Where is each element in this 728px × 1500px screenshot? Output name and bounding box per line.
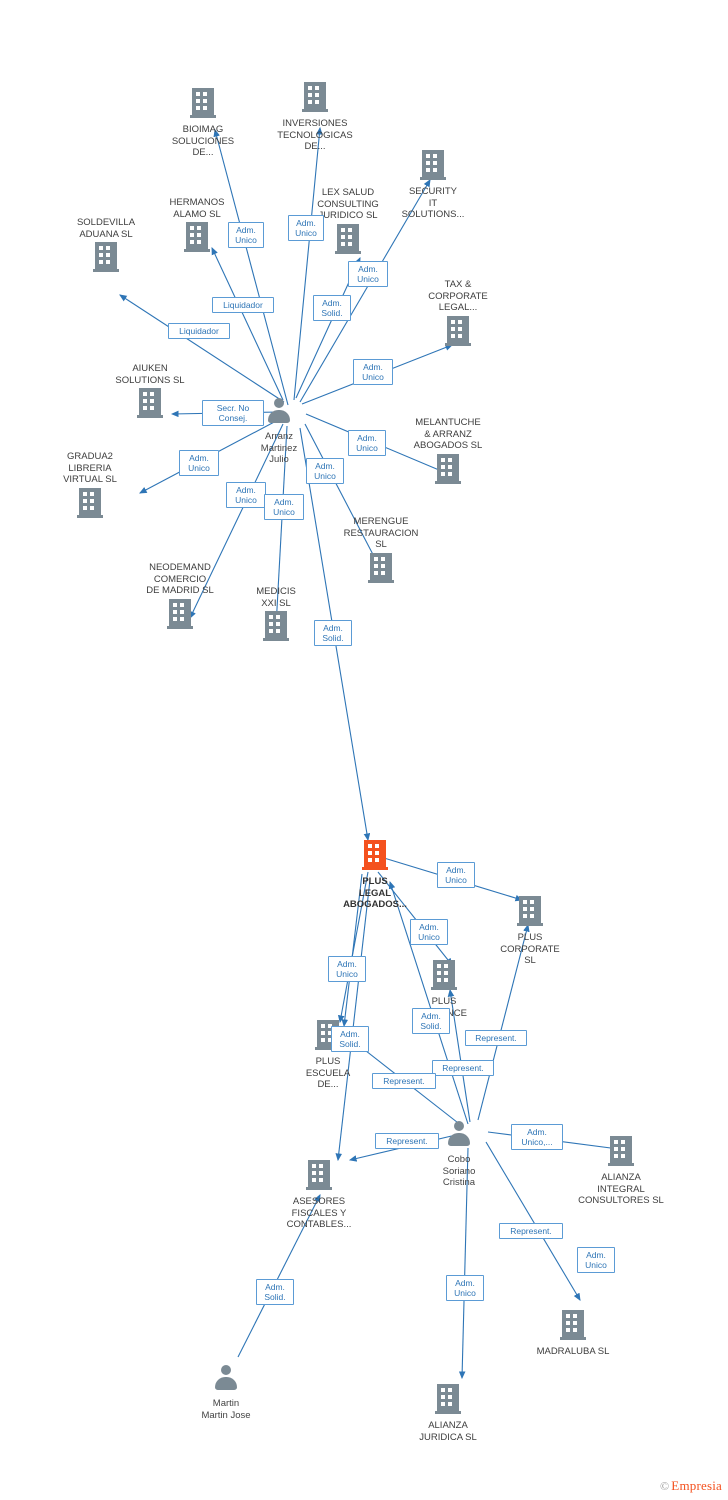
relation-chip[interactable]: Adm. Unico xyxy=(437,862,475,888)
building-icon xyxy=(487,896,573,931)
building-icon xyxy=(241,611,311,646)
relation-chip[interactable]: Liquidador xyxy=(212,297,274,313)
relation-chip[interactable]: Adm. Unico xyxy=(446,1275,484,1301)
building-icon xyxy=(157,222,237,257)
relation-chip[interactable]: Adm. Unico xyxy=(179,450,219,476)
relation-chip[interactable]: Adm. Solid. xyxy=(331,1026,369,1052)
node-label: MERENGUE RESTAURACION SL xyxy=(343,516,419,550)
building-icon xyxy=(333,552,429,588)
node-security-it-solutions[interactable]: SECURITY IT SOLUTIONS... xyxy=(388,150,478,221)
node-merengue-restauracion[interactable]: MERENGUE RESTAURACION SL xyxy=(333,515,429,588)
relation-chip[interactable]: Represent. xyxy=(499,1223,563,1239)
building-icon xyxy=(398,453,498,489)
node-label: GRADUA2 LIBRERIA VIRTUAL SL xyxy=(63,451,117,485)
node-label: NEODEMAND COMERCIO DE MADRID SL xyxy=(146,562,214,596)
node-bioimag[interactable]: BIOIMAG SOLUCIONES DE... xyxy=(158,88,248,159)
relation-chip[interactable]: Adm. Unico,... xyxy=(511,1124,563,1150)
relation-chip[interactable]: Secr. No Consej. xyxy=(202,400,264,426)
node-label: SOLDEVILLA ADUANA SL xyxy=(76,217,136,240)
node-alianza-juridica[interactable]: ALIANZA JURIDICA SL xyxy=(406,1384,490,1443)
building-icon xyxy=(130,598,230,634)
node-label: Arranz Martinez Julio xyxy=(260,431,298,465)
relation-chip[interactable]: Adm. Unico xyxy=(577,1247,615,1273)
building-icon xyxy=(388,150,478,185)
building-icon xyxy=(412,315,504,351)
node-label: ASESORES FISCALES Y CONTABLES... xyxy=(286,1196,352,1230)
node-plus-corporate[interactable]: PLUS CORPORATE SL xyxy=(487,896,573,967)
relation-chip[interactable]: Adm. Unico xyxy=(353,359,393,385)
node-neodemand-comercio-de-madrid[interactable]: NEODEMAND COMERCIO DE MADRID SL xyxy=(130,561,230,634)
node-aiuken-solutions[interactable]: AIUKEN SOLUTIONS SL xyxy=(102,362,198,423)
node-person-cobo-soriano-cristina[interactable]: Cobo Soriano Cristina xyxy=(426,1118,492,1189)
relation-chip[interactable]: Adm. Unico xyxy=(348,430,386,456)
node-label: MEDICIS XXI SL xyxy=(256,586,296,609)
node-label: ALIANZA JURIDICA SL xyxy=(419,1420,477,1443)
relation-chip[interactable]: Adm. Solid. xyxy=(256,1279,294,1305)
node-plus-legal-abogados[interactable]: PLUS LEGAL ABOGADOS... xyxy=(330,840,420,911)
node-label: Martin Martin Jose xyxy=(201,1398,251,1421)
building-icon xyxy=(265,82,365,117)
node-label: PLUS CORPORATE SL xyxy=(500,932,560,966)
node-label: MADRALUBA SL xyxy=(536,1346,610,1357)
relation-chip[interactable]: Represent. xyxy=(465,1030,527,1046)
relation-chip[interactable]: Represent. xyxy=(372,1073,436,1089)
node-label: BIOIMAG SOLUCIONES DE... xyxy=(171,124,235,158)
node-melantuche-arranz-abogados[interactable]: MELANTUCHE & ARRANZ ABOGADOS SL xyxy=(398,416,498,489)
building-icon xyxy=(158,88,248,123)
relation-chip[interactable]: Adm. Unico xyxy=(328,956,366,982)
node-label: HERMANOS ALAMO SL xyxy=(169,197,225,220)
relation-chip[interactable]: Adm. Solid. xyxy=(313,295,351,321)
building-icon xyxy=(523,1310,623,1345)
relation-chip[interactable]: Adm. Unico xyxy=(348,261,388,287)
relation-chip[interactable]: Represent. xyxy=(432,1060,494,1076)
node-inversiones-tecnologicas[interactable]: INVERSIONES TECNOLOGICAS DE... xyxy=(265,82,365,153)
node-label: INVERSIONES TECNOLOGICAS DE... xyxy=(277,118,353,152)
node-madraluba[interactable]: MADRALUBA SL xyxy=(523,1310,623,1358)
node-label: PLUS ESCUELA DE... xyxy=(305,1056,351,1090)
node-label: MELANTUCHE & ARRANZ ABOGADOS SL xyxy=(413,417,483,451)
building-icon xyxy=(102,388,198,423)
building-icon xyxy=(409,960,479,995)
building-icon xyxy=(406,1384,490,1419)
node-medicis-xxi[interactable]: MEDICIS XXI SL xyxy=(241,585,311,646)
node-label: PLUS LEGAL ABOGADOS... xyxy=(343,876,407,910)
relation-chip[interactable]: Adm. Unico xyxy=(228,222,264,248)
node-soldevilla-aduana[interactable]: SOLDEVILLA ADUANA SL xyxy=(60,216,152,277)
building-icon xyxy=(566,1136,676,1171)
node-label: AIUKEN SOLUTIONS SL xyxy=(115,363,185,386)
node-hermanos-alamo[interactable]: HERMANOS ALAMO SL xyxy=(157,196,237,257)
node-alianza-integral-consultores[interactable]: ALIANZA INTEGRAL CONSULTORES SL xyxy=(566,1136,676,1207)
person-icon xyxy=(184,1362,268,1397)
relation-chip[interactable]: Represent. xyxy=(375,1133,439,1149)
node-label: SECURITY IT SOLUTIONS... xyxy=(401,186,465,220)
node-label: TAX & CORPORATE LEGAL... xyxy=(428,279,488,313)
building-icon xyxy=(60,242,152,277)
relation-chip[interactable]: Adm. Solid. xyxy=(412,1008,450,1034)
relation-chip[interactable]: Adm. Unico xyxy=(410,919,448,945)
relation-chip[interactable]: Adm. Unico xyxy=(226,482,266,508)
relation-chip[interactable]: Adm. Unico xyxy=(288,215,324,241)
node-person-martin-martin-jose[interactable]: Martin Martin Jose xyxy=(184,1362,268,1421)
building-icon-highlight xyxy=(330,840,420,875)
copyright-icon: © xyxy=(659,1479,670,1493)
node-gradua2-libreria-virtual[interactable]: GRADUA2 LIBRERIA VIRTUAL SL xyxy=(44,450,136,523)
node-tax-corporate-legal[interactable]: TAX & CORPORATE LEGAL... xyxy=(412,278,504,351)
watermark: © Empresia xyxy=(660,1478,722,1494)
relation-chip[interactable]: Adm. Unico xyxy=(306,458,344,484)
relation-chip[interactable]: Adm. Solid. xyxy=(314,620,352,646)
node-label: Cobo Soriano Cristina xyxy=(442,1154,476,1188)
node-asesores-fiscales-contables[interactable]: ASESORES FISCALES Y CONTABLES... xyxy=(271,1160,367,1231)
building-icon xyxy=(44,487,136,523)
watermark-text: Empresia xyxy=(671,1478,722,1493)
node-label: ALIANZA INTEGRAL CONSULTORES SL xyxy=(578,1172,664,1206)
building-icon xyxy=(271,1160,367,1195)
relation-chip[interactable]: Liquidador xyxy=(168,323,230,339)
relation-chip[interactable]: Adm. Unico xyxy=(264,494,304,520)
